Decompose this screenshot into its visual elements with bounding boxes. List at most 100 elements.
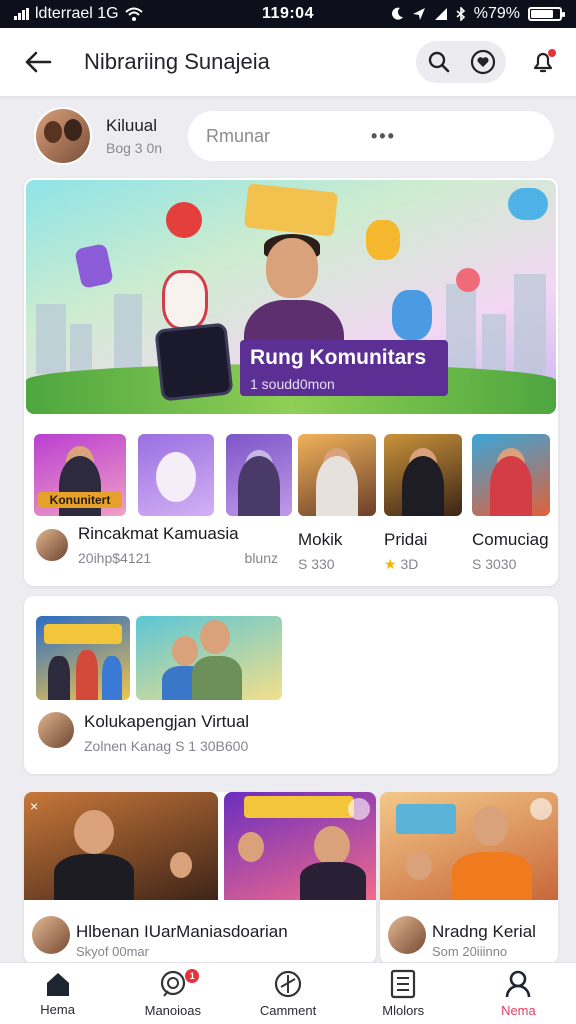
room-thumbnail: [36, 616, 130, 700]
profile-icon: [506, 970, 531, 998]
hero-label: Rung Komunitars 1 soudd0mon: [240, 340, 448, 396]
room-title: Nradng Kerial: [432, 922, 536, 941]
composer-placeholder: Rmunar: [206, 125, 271, 146]
cloud-icon: [508, 188, 548, 220]
thumbnail-label: Konunitert: [38, 492, 122, 508]
cell-icon: [434, 8, 447, 20]
room-item[interactable]: Mokik S 330: [298, 434, 376, 572]
room-thumbnail: [384, 434, 462, 516]
room-title: Kolukapengjan Virtual: [84, 712, 250, 731]
hero-subtitle: 1 soudd0mon: [250, 376, 335, 392]
search-icon: [428, 51, 450, 73]
nav-item-comment[interactable]: Camment: [230, 963, 345, 1024]
room-meta: Som 20iiinno: [432, 944, 508, 959]
room-item[interactable]: Comuciag S 3030: [472, 434, 550, 572]
room-meta: Skyof 00mar: [76, 944, 149, 959]
nav-item-profile[interactable]: Nema: [461, 963, 576, 1024]
room-item[interactable]: Konunitert Rincakmat Kamuasia 20ihp$4121…: [34, 434, 292, 566]
user-subtitle: Bog 3 0n: [106, 140, 163, 156]
nav-item-home[interactable]: Hema: [0, 963, 115, 1024]
room-meta: blunz: [244, 550, 278, 566]
room-meta: S 330: [298, 556, 335, 572]
thumbnail-banner: [44, 624, 122, 644]
notification-badge: 1: [185, 969, 200, 983]
room-thumbnail: [138, 434, 214, 516]
room-list: Konunitert Rincakmat Kamuasia 20ihp$4121…: [34, 434, 554, 574]
notification-dot: [548, 49, 556, 57]
moon-icon: [391, 7, 403, 20]
bottom-nav: Hema 1 Manoioas Camment Mlolors Nema: [0, 962, 576, 1024]
star-icon: ★: [384, 556, 397, 572]
room-title: Pridai: [384, 530, 428, 549]
heart-icon: [470, 49, 496, 75]
room-avatar: [36, 710, 76, 750]
bluetooth-icon: [456, 7, 465, 21]
carrier-label: ldterrael 1G: [35, 5, 119, 22]
virtual-room-card[interactable]: Kolukapengjan Virtual Zolnen Kanag S 1 3…: [24, 596, 558, 774]
share-button[interactable]: [530, 798, 552, 820]
chat-icon: [160, 970, 185, 997]
balloon-decoration: [456, 268, 480, 292]
close-icon[interactable]: ×: [30, 798, 38, 814]
hero-title: Rung Komunitars: [250, 346, 427, 369]
list-icon: [391, 969, 416, 999]
room-item[interactable]: Pridai ★ 3D: [384, 434, 462, 573]
room-thumbnail: [224, 792, 376, 900]
notifications-button[interactable]: [530, 49, 556, 75]
nav-label: Mlolors: [382, 1003, 425, 1018]
room-thumbnail: [298, 434, 376, 516]
room-meta: 20ihp$4121: [78, 550, 152, 566]
share-button[interactable]: [348, 798, 370, 820]
location-icon: [412, 8, 425, 20]
room-thumbnail: [136, 616, 282, 700]
room-avatar: [388, 916, 426, 954]
room-title: Hlbenan IUarManiasdoarian: [76, 922, 288, 941]
room-card[interactable]: Nradng Kerial Som 20iiinno: [380, 792, 558, 964]
character-decoration: [162, 270, 208, 330]
room-card[interactable]: × Hlbenan IUarManiasdoarian Skyof 00mar: [24, 792, 376, 964]
character-decoration: [392, 290, 432, 340]
room-thumbnail: Konunitert: [34, 434, 126, 516]
room-title: Rincakmat Kamuasia: [78, 524, 239, 543]
group-photo-decoration: [243, 183, 339, 237]
featured-room-card: Rung Komunitars 1 soudd0mon Konunitert R…: [24, 178, 558, 586]
user-name: Kiluual: [106, 116, 158, 135]
room-thumbnail: ×: [24, 792, 218, 900]
nav-item-list[interactable]: Mlolors: [346, 963, 461, 1024]
composer-row: Kiluual Bog 3 0n Rmunar •••: [34, 106, 554, 166]
phone-decoration: [154, 322, 234, 402]
clock: 119:04: [262, 5, 314, 22]
room-title: Mokik: [298, 530, 343, 549]
room-thumbnail: [380, 792, 558, 900]
user-avatar[interactable]: [34, 107, 92, 165]
nav-label: Nema: [501, 1003, 536, 1018]
battery-icon: [528, 7, 565, 21]
signal-icon: [14, 8, 29, 20]
compass-icon: [274, 970, 302, 998]
app-header: Nibrariing Sunajeia: [0, 28, 576, 96]
page-title: Nibrariing Sunajeia: [84, 49, 270, 74]
search-button[interactable]: [426, 49, 452, 75]
favorite-button[interactable]: [470, 49, 496, 75]
balloon-decoration: [166, 202, 202, 238]
character-decoration: [366, 220, 400, 260]
more-options-button[interactable]: •••: [371, 126, 536, 147]
nav-label: Manoioas: [144, 1003, 201, 1018]
hero-banner[interactable]: Rung Komunitars 1 soudd0mon: [26, 180, 556, 414]
phone-decoration: [74, 243, 114, 289]
nav-item-messages[interactable]: 1 Manoioas: [115, 963, 230, 1024]
arrow-left-icon: [25, 51, 52, 73]
status-bar: ldterrael 1G 119:04 %79%: [0, 0, 576, 28]
header-action-group: [416, 41, 506, 83]
room-meta: S 3030: [472, 556, 517, 572]
home-icon: [46, 973, 69, 996]
composer-input[interactable]: Rmunar •••: [188, 111, 554, 161]
back-button[interactable]: [20, 44, 56, 80]
room-thumbnail: [472, 434, 550, 516]
room-meta: 3D: [400, 556, 419, 572]
room-thumbnail: [226, 434, 292, 516]
wifi-icon: [124, 7, 143, 21]
room-meta: Zolnen Kanag S 1 30B600: [84, 738, 249, 754]
user-info: Kiluual Bog 3 0n: [106, 116, 180, 156]
room-title: Comuciag: [472, 530, 549, 549]
